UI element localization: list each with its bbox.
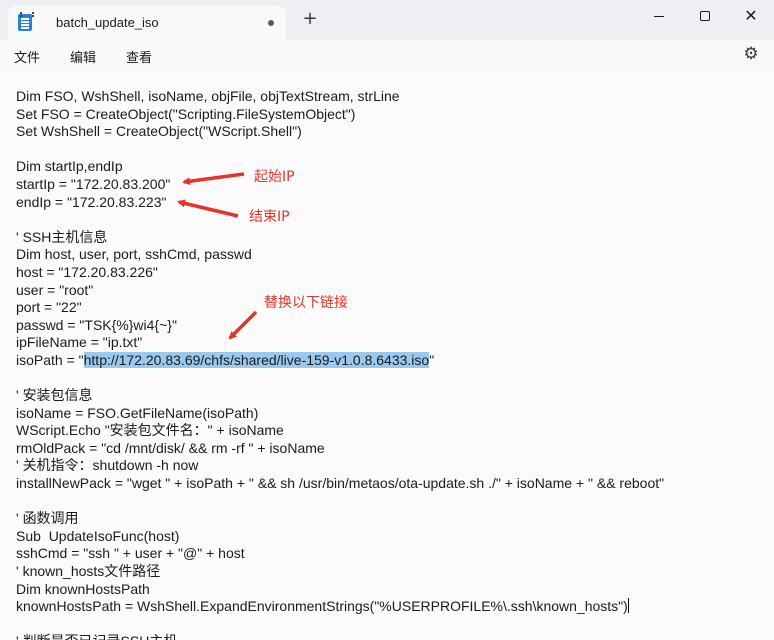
arrow-end-ip bbox=[177, 199, 239, 218]
arrow-replace-link bbox=[228, 310, 258, 340]
annotation-replace-link: 替换以下链接 bbox=[264, 295, 348, 311]
annotation-arrows bbox=[177, 172, 258, 340]
annotation-end-ip: 结束IP bbox=[249, 209, 290, 225]
arrow-start-ip bbox=[182, 172, 245, 186]
annotation-start-ip: 起始IP bbox=[254, 169, 295, 185]
